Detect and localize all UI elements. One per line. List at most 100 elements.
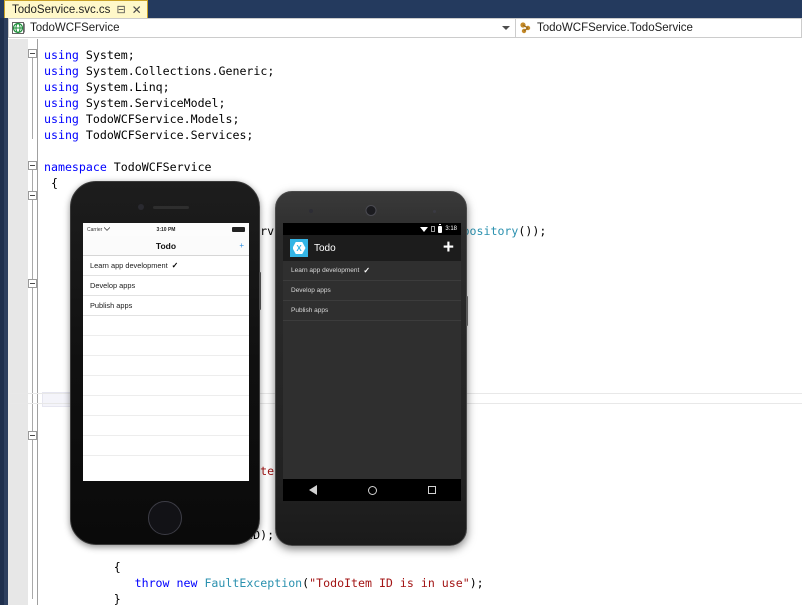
code-token: using bbox=[44, 128, 79, 142]
code-line: } bbox=[114, 591, 121, 605]
code-token bbox=[170, 576, 177, 590]
list-item-label: Develop apps bbox=[291, 287, 331, 294]
list-item[interactable]: Publish apps bbox=[83, 296, 249, 316]
code-line: throw new FaultException("TodoItem ID is… bbox=[135, 575, 484, 591]
type-dropdown-value: TodoWCFService bbox=[30, 21, 119, 35]
sim-icon bbox=[431, 226, 435, 232]
android-screen[interactable]: 3:18 X Todo + Learn app development ✓ Deve… bbox=[283, 223, 461, 501]
code-token: using bbox=[44, 48, 79, 62]
code-token: TodoWCFService.Services; bbox=[79, 128, 254, 142]
code-line: using System; bbox=[44, 47, 135, 63]
current-line-highlight bbox=[42, 392, 72, 407]
android-app-title: Todo bbox=[314, 243, 336, 254]
back-triangle-icon[interactable] bbox=[309, 485, 317, 495]
fold-toggle-icon[interactable] bbox=[28, 279, 37, 288]
list-item[interactable]: Publish apps bbox=[283, 301, 461, 321]
list-item-label: Develop apps bbox=[90, 281, 135, 290]
code-line: using TodoWCFService.Models; bbox=[44, 111, 239, 127]
iphone-home-button[interactable] bbox=[148, 501, 182, 535]
list-item-empty bbox=[83, 336, 249, 356]
code-token: System; bbox=[79, 48, 135, 62]
ios-page-title: Todo bbox=[156, 241, 176, 251]
type-dropdown[interactable]: TodoWCFService bbox=[8, 18, 516, 38]
code-token: { bbox=[51, 176, 58, 190]
android-todo-list[interactable]: Learn app development ✓ Develop apps Publis… bbox=[283, 261, 461, 321]
list-item[interactable]: Develop apps bbox=[83, 276, 249, 296]
code-token: { bbox=[114, 560, 121, 574]
document-tab-todoservice[interactable]: TodoService.svc.cs ⊟ ✕ bbox=[4, 0, 148, 18]
member-dropdown-value: TodoWCFService.TodoService bbox=[537, 21, 693, 35]
code-line: using System.Linq; bbox=[44, 79, 170, 95]
list-item-empty bbox=[83, 376, 249, 396]
globe-icon bbox=[12, 21, 26, 35]
chevron-down-icon[interactable] bbox=[502, 26, 510, 30]
code-token: System.ServiceModel; bbox=[79, 96, 226, 110]
list-item-empty bbox=[83, 416, 249, 436]
list-item-empty bbox=[83, 356, 249, 376]
android-clock: 3:18 bbox=[445, 226, 457, 232]
class-icon bbox=[519, 21, 533, 35]
android-action-bar: X Todo + bbox=[283, 235, 461, 261]
list-item[interactable]: Develop apps bbox=[283, 281, 461, 301]
ide-left-rail-inner bbox=[0, 0, 4, 605]
code-line: { bbox=[114, 559, 121, 575]
android-status-bar: 3:18 bbox=[283, 223, 461, 235]
list-item-label: Learn app development bbox=[90, 261, 168, 270]
android-system-nav-bar[interactable] bbox=[283, 479, 461, 501]
android-camera-icon bbox=[366, 205, 377, 216]
ios-navigation-bar: Todo + bbox=[83, 236, 249, 256]
list-item-label: Publish apps bbox=[90, 301, 132, 310]
pin-icon[interactable]: ⊟ bbox=[116, 3, 125, 17]
ios-add-button[interactable]: + bbox=[239, 242, 244, 250]
list-item-empty bbox=[83, 436, 249, 456]
editor-indicator-margin[interactable] bbox=[8, 39, 28, 605]
code-token: ); bbox=[470, 576, 484, 590]
fold-toggle-icon[interactable] bbox=[28, 191, 37, 200]
code-line: { bbox=[51, 175, 58, 191]
checkmark-icon: ✓ bbox=[363, 266, 370, 275]
list-item-label: Learn app development bbox=[291, 267, 359, 274]
iphone-speaker bbox=[153, 206, 189, 209]
list-item-empty bbox=[83, 396, 249, 416]
iphone-screen[interactable]: Carrier 3:10 PM Todo + Learn app develop… bbox=[83, 223, 249, 481]
close-icon[interactable]: ✕ bbox=[132, 3, 142, 17]
battery-icon bbox=[438, 226, 442, 233]
code-token: new bbox=[177, 576, 198, 590]
list-item-label: Publish apps bbox=[291, 307, 328, 314]
code-token: } bbox=[114, 592, 121, 605]
list-item[interactable]: Learn app development ✓ bbox=[283, 261, 461, 281]
fold-toggle-icon[interactable] bbox=[28, 49, 37, 58]
member-dropdown[interactable]: TodoWCFService.TodoService bbox=[516, 18, 802, 38]
ios-clock: 3:10 PM bbox=[83, 227, 249, 233]
checkmark-icon: ✓ bbox=[172, 261, 179, 270]
editor-gutter-divider bbox=[37, 39, 38, 605]
code-token: System.Collections.Generic; bbox=[79, 64, 274, 78]
outlining-line bbox=[32, 57, 33, 139]
fold-toggle-icon[interactable] bbox=[28, 161, 37, 170]
list-item[interactable]: Learn app development ✓ bbox=[83, 256, 249, 276]
iphone-mockup: Carrier 3:10 PM Todo + Learn app develop… bbox=[70, 181, 260, 545]
code-navigation-bar: TodoWCFService TodoWCFService.TodoServic… bbox=[8, 18, 802, 38]
android-mockup: 3:18 X Todo + Learn app development ✓ Deve… bbox=[275, 191, 467, 546]
code-token: System.Linq; bbox=[79, 80, 170, 94]
code-token: TodoWCFService bbox=[107, 160, 212, 174]
iphone-camera-icon bbox=[138, 204, 144, 210]
document-tab-label: TodoService.svc.cs bbox=[12, 2, 110, 18]
recents-square-icon[interactable] bbox=[428, 486, 436, 494]
fold-toggle-icon[interactable] bbox=[28, 431, 37, 440]
android-add-button[interactable]: + bbox=[443, 239, 454, 257]
list-item-empty bbox=[83, 316, 249, 336]
code-line: using System.Collections.Generic; bbox=[44, 63, 274, 79]
code-token: using bbox=[44, 64, 79, 78]
document-tab-strip: TodoService.svc.cs ⊟ ✕ bbox=[0, 0, 802, 18]
code-token: TodoWCFService.Models; bbox=[79, 112, 240, 126]
ios-todo-list[interactable]: Learn app development ✓ Develop apps Publis… bbox=[83, 256, 249, 456]
ios-status-bar: Carrier 3:10 PM bbox=[83, 223, 249, 236]
xamarin-hex-glyph: X bbox=[293, 242, 306, 255]
outlining-line bbox=[32, 169, 33, 599]
code-token: using bbox=[44, 80, 79, 94]
code-token: "TodoItem ID is in use" bbox=[309, 576, 470, 590]
code-line: using System.ServiceModel; bbox=[44, 95, 226, 111]
code-token: ()); bbox=[518, 224, 546, 238]
home-circle-icon[interactable] bbox=[368, 486, 377, 495]
